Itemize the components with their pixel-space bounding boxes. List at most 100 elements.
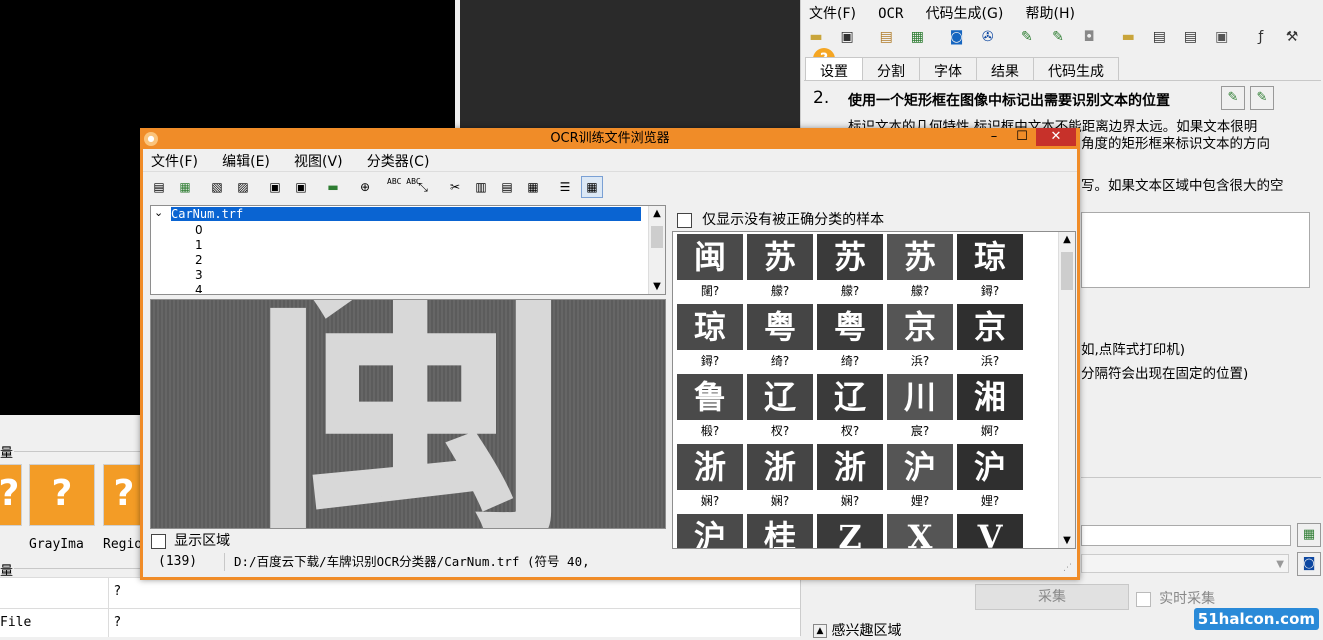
copy-icon[interactable]: ▥ — [471, 177, 491, 197]
open-folder-icon[interactable]: ▬ — [323, 177, 343, 197]
sample-thumbnail[interactable]: V — [957, 514, 1023, 548]
samples-scrollbar[interactable]: ▲ ▼ — [1058, 232, 1075, 548]
scroll-up-icon[interactable]: ▲ — [649, 208, 665, 219]
draw-rectangle-button[interactable]: ✎ — [1221, 86, 1245, 110]
scroll-down-icon[interactable]: ▼ — [649, 281, 665, 292]
scroll-down-icon[interactable]: ▼ — [1059, 535, 1075, 546]
sample-thumbnail[interactable]: 粤 — [747, 304, 813, 350]
append-training-icon[interactable]: ▤ — [1180, 26, 1202, 48]
tree-scrollbar[interactable]: ▲ ▼ — [648, 206, 665, 294]
document-icon[interactable]: ▤ — [875, 26, 897, 48]
save-icon[interactable]: ▣ — [836, 26, 858, 48]
sample-thumbnail[interactable]: 川 — [887, 374, 953, 420]
tree-item[interactable]: 0 — [195, 223, 203, 237]
sample-thumbnail[interactable]: 沪 — [887, 444, 953, 490]
sample-thumbnail[interactable]: 苏 — [817, 234, 883, 280]
menu-view[interactable]: 视图(V) — [294, 151, 343, 171]
save-training-icon[interactable]: ▣ — [1211, 26, 1233, 48]
cut-icon[interactable]: ✂ — [445, 177, 465, 197]
sample-thumbnail[interactable]: 沪 — [957, 444, 1023, 490]
menu-file[interactable]: 文件(F) — [151, 151, 198, 171]
sample-thumbnail[interactable]: 浙 — [747, 444, 813, 490]
sample-thumbnail[interactable]: 鲁 — [677, 374, 743, 420]
scroll-up-icon[interactable]: ▲ — [1059, 234, 1075, 245]
maximize-button[interactable]: ☐ — [1008, 128, 1036, 146]
realtime-capture-checkbox[interactable]: 实时采集 — [1136, 588, 1215, 608]
save-icon[interactable]: ▣ — [265, 177, 285, 197]
sample-thumbnail[interactable]: 沪 — [677, 514, 743, 548]
menu-ocr[interactable]: OCR — [878, 6, 903, 22]
thumbnail-0[interactable]: ? — [0, 464, 22, 526]
grid-view-icon[interactable]: ▦ — [581, 176, 603, 198]
draw-rotated-rectangle-icon[interactable]: ✎ — [1047, 26, 1069, 48]
new-file-icon[interactable]: ▤ — [149, 177, 169, 197]
menu-codegen[interactable]: 代码生成(G) — [926, 3, 1004, 23]
compare-icon[interactable]: ▧ — [207, 177, 227, 197]
thumbnail-region[interactable]: ? — [103, 464, 145, 526]
roi-section-header[interactable]: ▲ 感兴趣区域 — [813, 620, 901, 640]
menu-classifier[interactable]: 分类器(C) — [367, 151, 430, 171]
eraser-icon[interactable]: ◘ — [1078, 26, 1100, 48]
font-abc-icon[interactable]: ƒ — [1250, 26, 1272, 48]
save-as-icon[interactable]: ▣ — [291, 177, 311, 197]
paste-icon[interactable]: ▤ — [497, 177, 517, 197]
transform-icon[interactable]: ⤡ — [413, 177, 433, 197]
close-button[interactable]: ✕ — [1036, 128, 1076, 146]
video-camera-icon[interactable]: ✇ — [977, 26, 999, 48]
collapse-chevron-icon[interactable]: ⌄ — [154, 206, 163, 219]
sample-thumbnail[interactable]: 桂 — [747, 514, 813, 548]
sample-thumbnail[interactable]: 京 — [887, 304, 953, 350]
sample-thumbnail[interactable]: 闽 — [677, 234, 743, 280]
acquisition-button[interactable]: ◙ — [1297, 552, 1321, 576]
load-image-icon[interactable]: ▦ — [906, 26, 928, 48]
only-misclassified-checkbox[interactable]: 仅显示没有被正确分类的样本 — [677, 209, 884, 229]
add-sample-icon[interactable]: ⊕ — [355, 177, 375, 197]
menu-help[interactable]: 帮助(H) — [1025, 3, 1074, 23]
scroll-thumb[interactable] — [1061, 252, 1073, 290]
minimize-button[interactable]: – — [980, 128, 1008, 146]
draw-rectangle-icon[interactable]: ✎ — [1016, 26, 1038, 48]
tree-root-item[interactable]: CarNum.trf — [171, 207, 641, 221]
sample-thumbnail[interactable]: 辽 — [817, 374, 883, 420]
sample-thumbnail[interactable]: 苏 — [747, 234, 813, 280]
file-path-input[interactable] — [1081, 525, 1291, 546]
delete-icon[interactable]: ▦ — [523, 177, 543, 197]
sample-thumbnail[interactable]: 苏 — [887, 234, 953, 280]
sample-thumbnail[interactable]: 浙 — [677, 444, 743, 490]
sample-thumbnail[interactable]: 京 — [957, 304, 1023, 350]
filter-icon[interactable]: ▨ — [233, 177, 253, 197]
menu-file[interactable]: 文件(F) — [809, 3, 856, 23]
sample-thumbnail[interactable]: 琼 — [677, 304, 743, 350]
capture-button[interactable]: 采集 — [975, 584, 1129, 610]
sample-thumbnail[interactable]: X — [887, 514, 953, 548]
font-tools-icon[interactable]: ⚒ — [1281, 26, 1303, 48]
text-box[interactable] — [1081, 212, 1310, 288]
sample-preview-image[interactable]: 闽 — [150, 299, 666, 529]
sample-thumbnail[interactable]: 湘 — [957, 374, 1023, 420]
sample-thumbnail[interactable]: 浙 — [817, 444, 883, 490]
tree-item[interactable]: 1 — [195, 238, 203, 252]
source-select[interactable]: ▼ — [1081, 554, 1289, 573]
tree-item[interactable]: 2 — [195, 253, 203, 267]
show-region-checkbox[interactable]: 显示区域 — [151, 530, 230, 550]
menu-edit[interactable]: 编辑(E) — [222, 151, 270, 171]
samples-grid[interactable]: 闽闥? 苏艨? 苏艨? 苏艨? 琼鐞? 琼鐞? 粤绮? 粤绮? 京浜? 京浜? 鲁椴? 辽杈? 辽杈? 川… — [672, 231, 1076, 549]
draw-rotated-rectangle-button[interactable]: ✎ — [1250, 86, 1274, 110]
table-row[interactable]: ? — [0, 577, 800, 608]
training-file-tree[interactable]: ⌄ CarNum.trf 0 1 2 3 4 ▲ ▼ — [150, 205, 666, 295]
sample-thumbnail[interactable]: 粤 — [817, 304, 883, 350]
list-view-icon[interactable]: ☰ — [555, 177, 575, 197]
abc-icon[interactable]: ABC ABC — [387, 177, 421, 197]
camera-icon[interactable]: ◙ — [946, 26, 968, 48]
sample-thumbnail[interactable]: 琼 — [957, 234, 1023, 280]
resize-grip-icon[interactable]: ⋰ — [1063, 557, 1072, 579]
sample-thumbnail[interactable]: 辽 — [747, 374, 813, 420]
open-folder-icon[interactable]: ▬ — [805, 26, 827, 48]
browse-image-button[interactable]: ▦ — [1297, 523, 1321, 547]
tree-item[interactable]: 3 — [195, 268, 203, 282]
open-training-file-icon[interactable]: ▬ — [1117, 26, 1139, 48]
open-file-icon[interactable]: ▦ — [175, 177, 195, 197]
tree-item[interactable]: 4 — [195, 283, 203, 293]
sample-thumbnail[interactable]: Z — [817, 514, 883, 548]
scroll-thumb[interactable] — [651, 226, 663, 248]
